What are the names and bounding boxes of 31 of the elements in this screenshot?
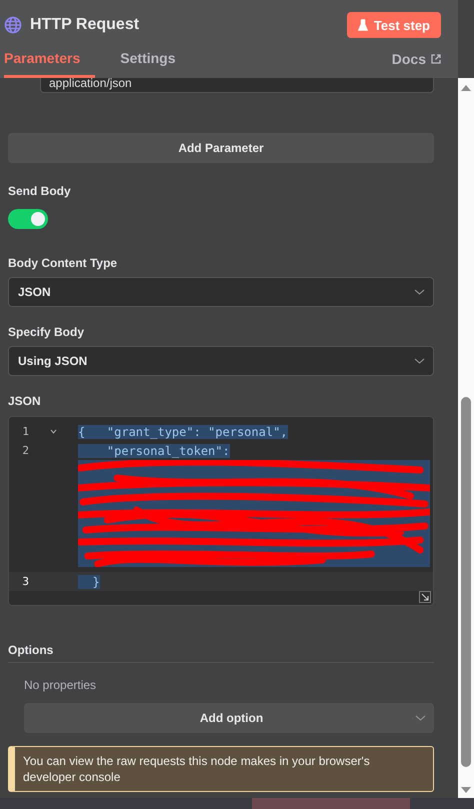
chevron-down-icon [414, 358, 425, 364]
node-title: HTTP Request [30, 16, 140, 34]
empty-message: No properties [24, 678, 98, 692]
field-label: Send Body [8, 184, 72, 198]
chevron-down-icon [415, 715, 426, 721]
scrollbar-thumb[interactable] [461, 397, 471, 767]
field-label: JSON [8, 394, 42, 408]
scroll-up-icon[interactable] [460, 84, 472, 92]
field-label: Body Content Type [8, 256, 118, 270]
select-field[interactable]: Using JSON [8, 346, 434, 376]
field-label: Specify Body [8, 325, 86, 339]
content-type-field[interactable]: application/json [40, 78, 434, 93]
tab[interactable]: Settings [120, 50, 176, 78]
json-editor[interactable]: 1 { "grant_type": "personal", 2 "personal_token": 3 } [8, 416, 434, 606]
select-field[interactable]: JSON [8, 277, 434, 307]
send-body-toggle[interactable] [8, 209, 48, 229]
add-option-button[interactable]: Add option [24, 703, 434, 733]
globe-icon [4, 16, 22, 34]
fold-chevron-icon[interactable] [50, 429, 57, 434]
info-notice: You can view the raw requests this node makes in your browser's developer console [8, 746, 434, 792]
line-number: 3 [21, 575, 29, 588]
line-number: 1 [21, 425, 29, 438]
resize-handle-icon[interactable] [419, 591, 431, 603]
external-link-icon [431, 54, 441, 64]
line-number: 2 [21, 444, 29, 457]
flask-icon [358, 19, 368, 31]
chevron-down-icon [414, 289, 425, 295]
scroll-down-icon[interactable] [460, 786, 472, 794]
docs-link[interactable]: Docs [392, 51, 441, 78]
section-title: Options [8, 643, 434, 663]
add-parameter-button[interactable]: Add Parameter [8, 133, 434, 163]
